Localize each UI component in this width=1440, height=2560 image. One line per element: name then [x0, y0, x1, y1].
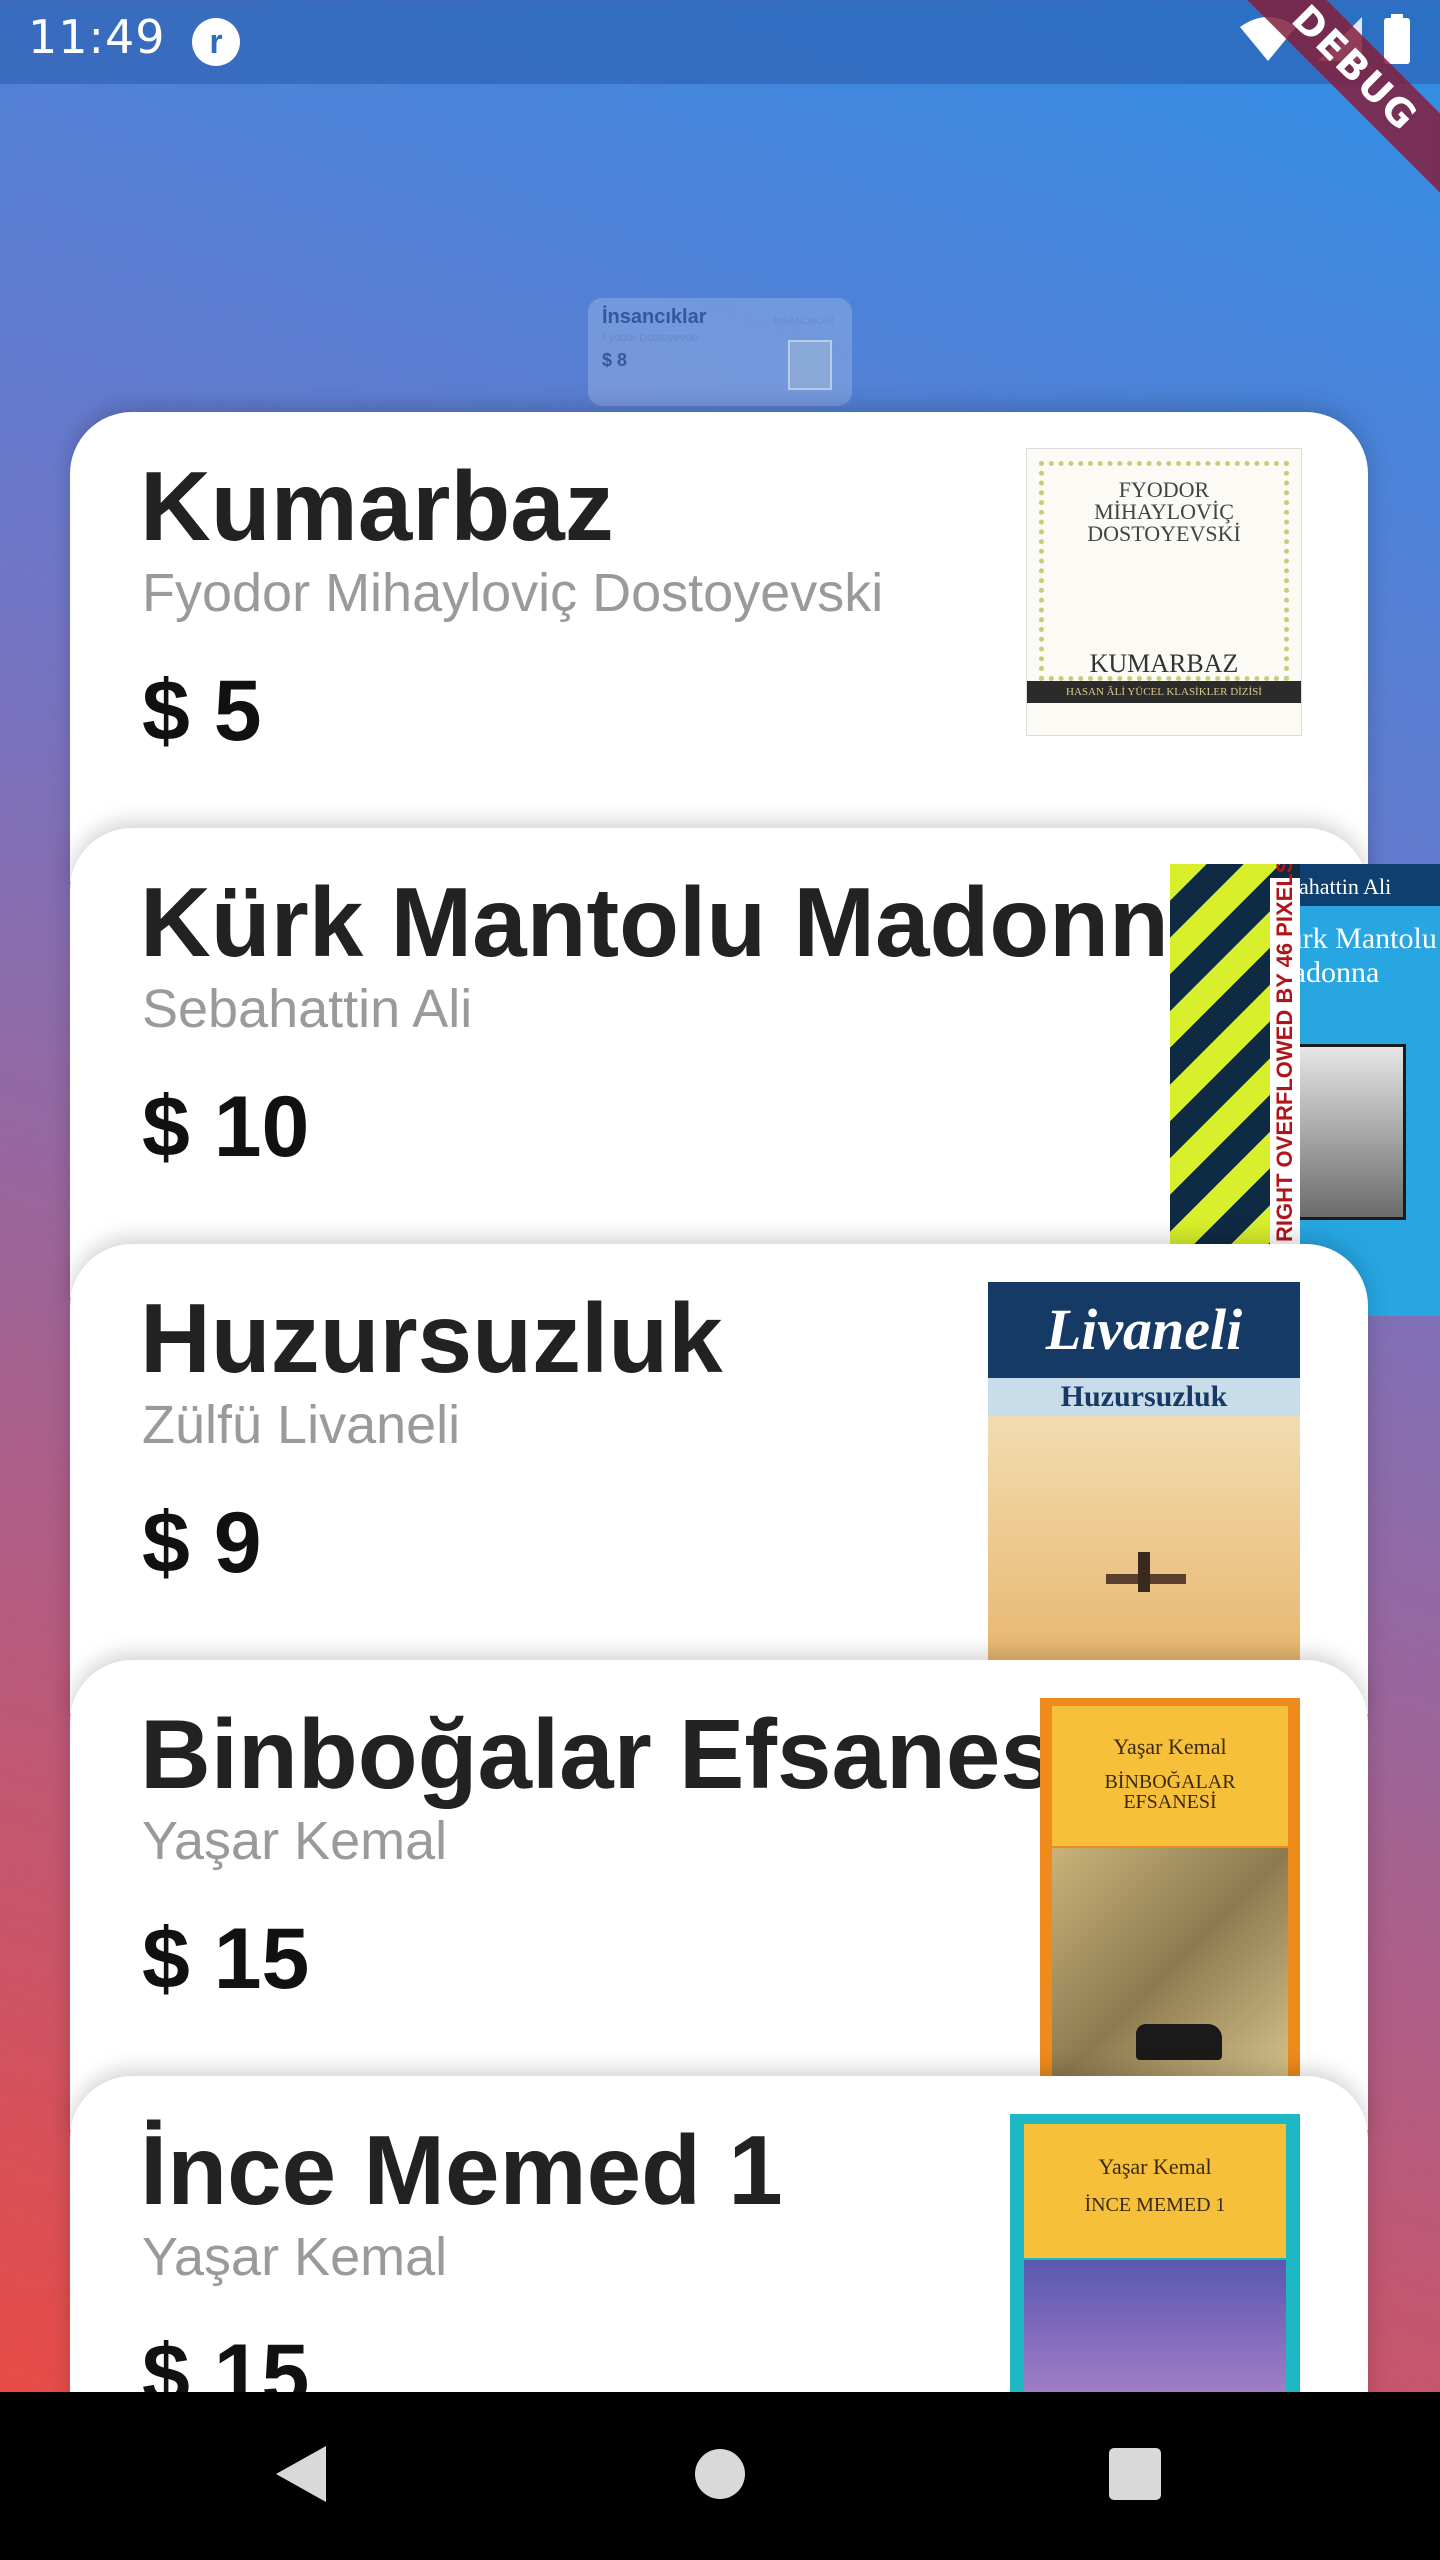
cover-title-2: EFSANESİ — [1123, 1791, 1217, 1813]
overflow-warning-label: RIGHT OVERFLOWED BY 46 PIXELS — [1270, 864, 1300, 1244]
book-title: Binboğalar Efsanesi — [140, 1699, 1083, 1809]
cover-author-3: DOSTOYEVSKİ — [1087, 521, 1241, 546]
book-price: $ 10 — [142, 1079, 310, 1175]
book-price: $ 9 — [142, 1495, 262, 1591]
ghost-cover-text: İNSANCIKLAR — [773, 316, 834, 326]
navigation-bar — [0, 2392, 1440, 2560]
cover-series: HASAN ÂLİ YÜCEL KLASİKLER DİZİSİ — [1027, 681, 1301, 703]
book-card[interactable]: Huzursuzluk Zülfü Livaneli $ 9 Livaneli … — [70, 1244, 1368, 1714]
book-author: Yaşar Kemal — [142, 1811, 448, 1871]
book-author: Sebahattin Ali — [142, 979, 473, 1039]
book-cover: FYODOR MİHAYLOVİÇ DOSTOYEVSKİ KUMARBAZ H… — [1026, 448, 1302, 736]
cover-author-1: FYODOR — [1118, 477, 1210, 502]
overflow-warning-text: RIGHT OVERFLOWED BY 46 PIXELS — [1272, 864, 1297, 1242]
book-title: Huzursuzluk — [140, 1283, 723, 1393]
battery-icon — [1384, 14, 1410, 64]
book-card[interactable]: Kumarbaz Fyodor Mihayloviç Dostoyevski $… — [70, 412, 1368, 882]
app-notification-icon: r — [192, 18, 240, 66]
book-price: $ 5 — [142, 663, 262, 759]
home-circle-icon[interactable] — [694, 2442, 746, 2506]
book-author: Fyodor Mihayloviç Dostoyevski — [142, 563, 884, 623]
book-cover: Yaşar Kemal BİNBOĞALAR EFSANESİ — [1040, 1698, 1300, 2088]
cover-author: Yaşar Kemal — [1098, 2154, 1212, 2179]
recents-square-icon[interactable] — [1108, 2442, 1162, 2506]
back-triangle-icon[interactable] — [270, 2442, 330, 2506]
book-author: Yaşar Kemal — [142, 2227, 448, 2287]
cover-author-2: MİHAYLOVİÇ — [1094, 499, 1234, 524]
book-cover: Livaneli Huzursuzluk — [988, 1282, 1300, 1672]
cover-portrait — [1290, 1044, 1406, 1220]
cover-title: Huzursuzluk — [988, 1378, 1300, 1416]
cover-author: Livaneli — [1045, 1297, 1243, 1362]
book-price: $ 15 — [142, 1911, 310, 2007]
book-title: İnce Memed 1 — [140, 2115, 783, 2225]
cover-title: KUMARBAZ — [1089, 649, 1239, 678]
cover-title-1: BİNBOĞALAR — [1104, 1771, 1236, 1793]
cover-author: Yaşar Kemal — [1113, 1734, 1227, 1759]
ghost-book-card[interactable]: İnsancıklar Fyodor Dostoyevski $ 8 İNSAN… — [588, 298, 852, 406]
book-title: Kürk Mantolu Madonna — [140, 867, 1224, 977]
ghost-book-author: Fyodor Dostoyevski — [602, 332, 699, 344]
cover-title: İNCE MEMED 1 — [1084, 2194, 1226, 2216]
status-time: 11:49 — [28, 10, 166, 64]
book-card[interactable]: Binboğalar Efsanesi Yaşar Kemal $ 15 Yaş… — [70, 1660, 1368, 2130]
ghost-book-cover — [788, 340, 832, 390]
status-bar: 11:49 r DEBUG — [0, 0, 1440, 205]
book-title: Kumarbaz — [140, 451, 614, 561]
book-author: Zülfü Livaneli — [142, 1395, 461, 1455]
ghost-book-title: İnsancıklar — [602, 306, 707, 328]
ghost-book-price: $ 8 — [602, 350, 628, 370]
